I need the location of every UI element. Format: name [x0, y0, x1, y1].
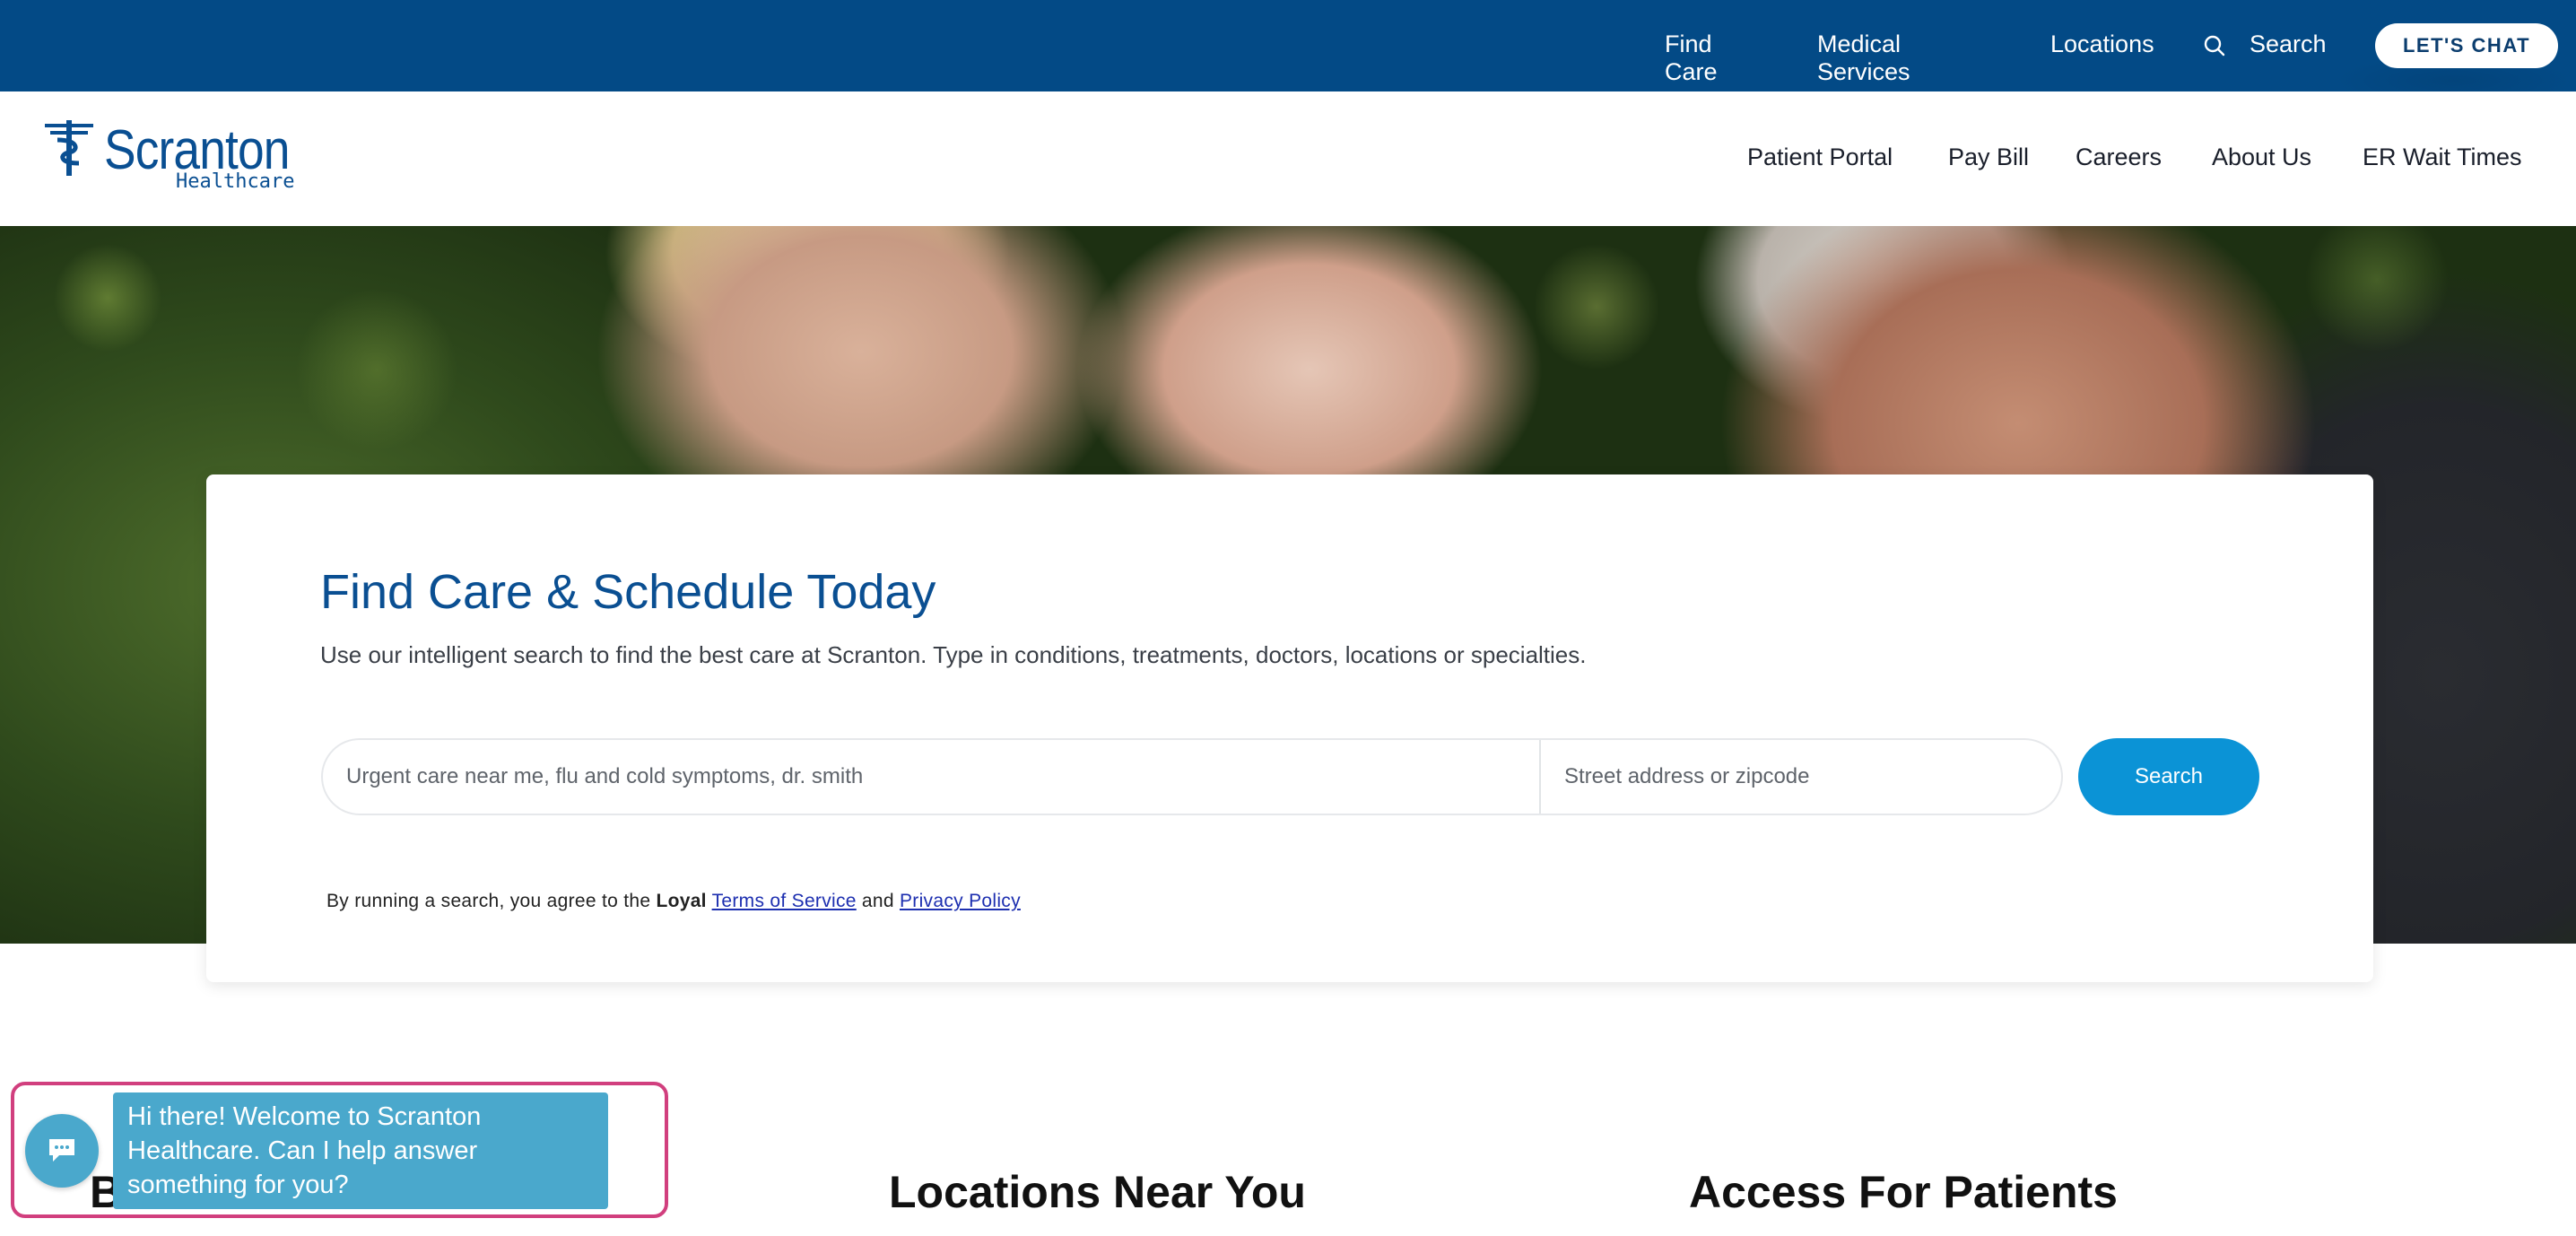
search-button[interactable]: Search: [2078, 738, 2259, 815]
nav-careers[interactable]: Careers: [2076, 144, 2162, 171]
scranton-logo[interactable]: Scranton Healthcare: [43, 115, 294, 201]
main-header: Scranton Healthcare Patient Portal Pay B…: [0, 91, 2576, 226]
search-form: [321, 738, 2063, 815]
caduceus-icon: [45, 120, 93, 176]
chat-welcome-message[interactable]: Hi there! Welcome to Scranton Healthcare…: [113, 1092, 608, 1209]
zipcode-input[interactable]: [1541, 738, 2063, 815]
locations-near-you-heading: Locations Near You: [889, 1167, 1306, 1217]
logo-subtitle: Healthcare: [176, 170, 295, 193]
nav-pay-bill[interactable]: Pay Bill: [1948, 144, 2029, 171]
search-icon[interactable]: [2203, 34, 2226, 57]
care-search-input[interactable]: [321, 738, 1541, 815]
utility-bar: Find Care Medical Services Locations Sea…: [0, 0, 2576, 108]
nav-about-us[interactable]: About Us: [2212, 144, 2311, 171]
access-for-patients-heading: Access For Patients: [1689, 1167, 2118, 1217]
privacy-policy-link[interactable]: Privacy Policy: [900, 891, 1021, 911]
topnav-locations[interactable]: Locations: [2050, 30, 2154, 58]
nav-patient-portal[interactable]: Patient Portal: [1747, 144, 1893, 171]
topnav-search[interactable]: Search: [2250, 30, 2327, 58]
search-terms-notice: By running a search, you agree to the Lo…: [326, 891, 1021, 912]
find-care-card: Find Care & Schedule Today Use our intel…: [206, 474, 2373, 982]
terms-prefix: By running a search, you agree to the: [326, 891, 657, 911]
terms-brand: Loyal: [656, 891, 707, 911]
topnav-find-care[interactable]: Find Care: [1665, 30, 1718, 86]
nav-er-wait-times[interactable]: ER Wait Times: [2363, 144, 2522, 171]
chat-bubble-icon[interactable]: [25, 1114, 99, 1188]
lets-chat-button[interactable]: LET'S CHAT: [2375, 23, 2558, 68]
terms-and: and: [856, 891, 900, 911]
topnav-medical-services[interactable]: Medical Services: [1817, 30, 1910, 86]
find-care-description: Use our intelligent search to find the b…: [320, 641, 1587, 668]
find-care-title: Find Care & Schedule Today: [320, 565, 936, 619]
terms-of-service-link[interactable]: Terms of Service: [712, 891, 857, 911]
